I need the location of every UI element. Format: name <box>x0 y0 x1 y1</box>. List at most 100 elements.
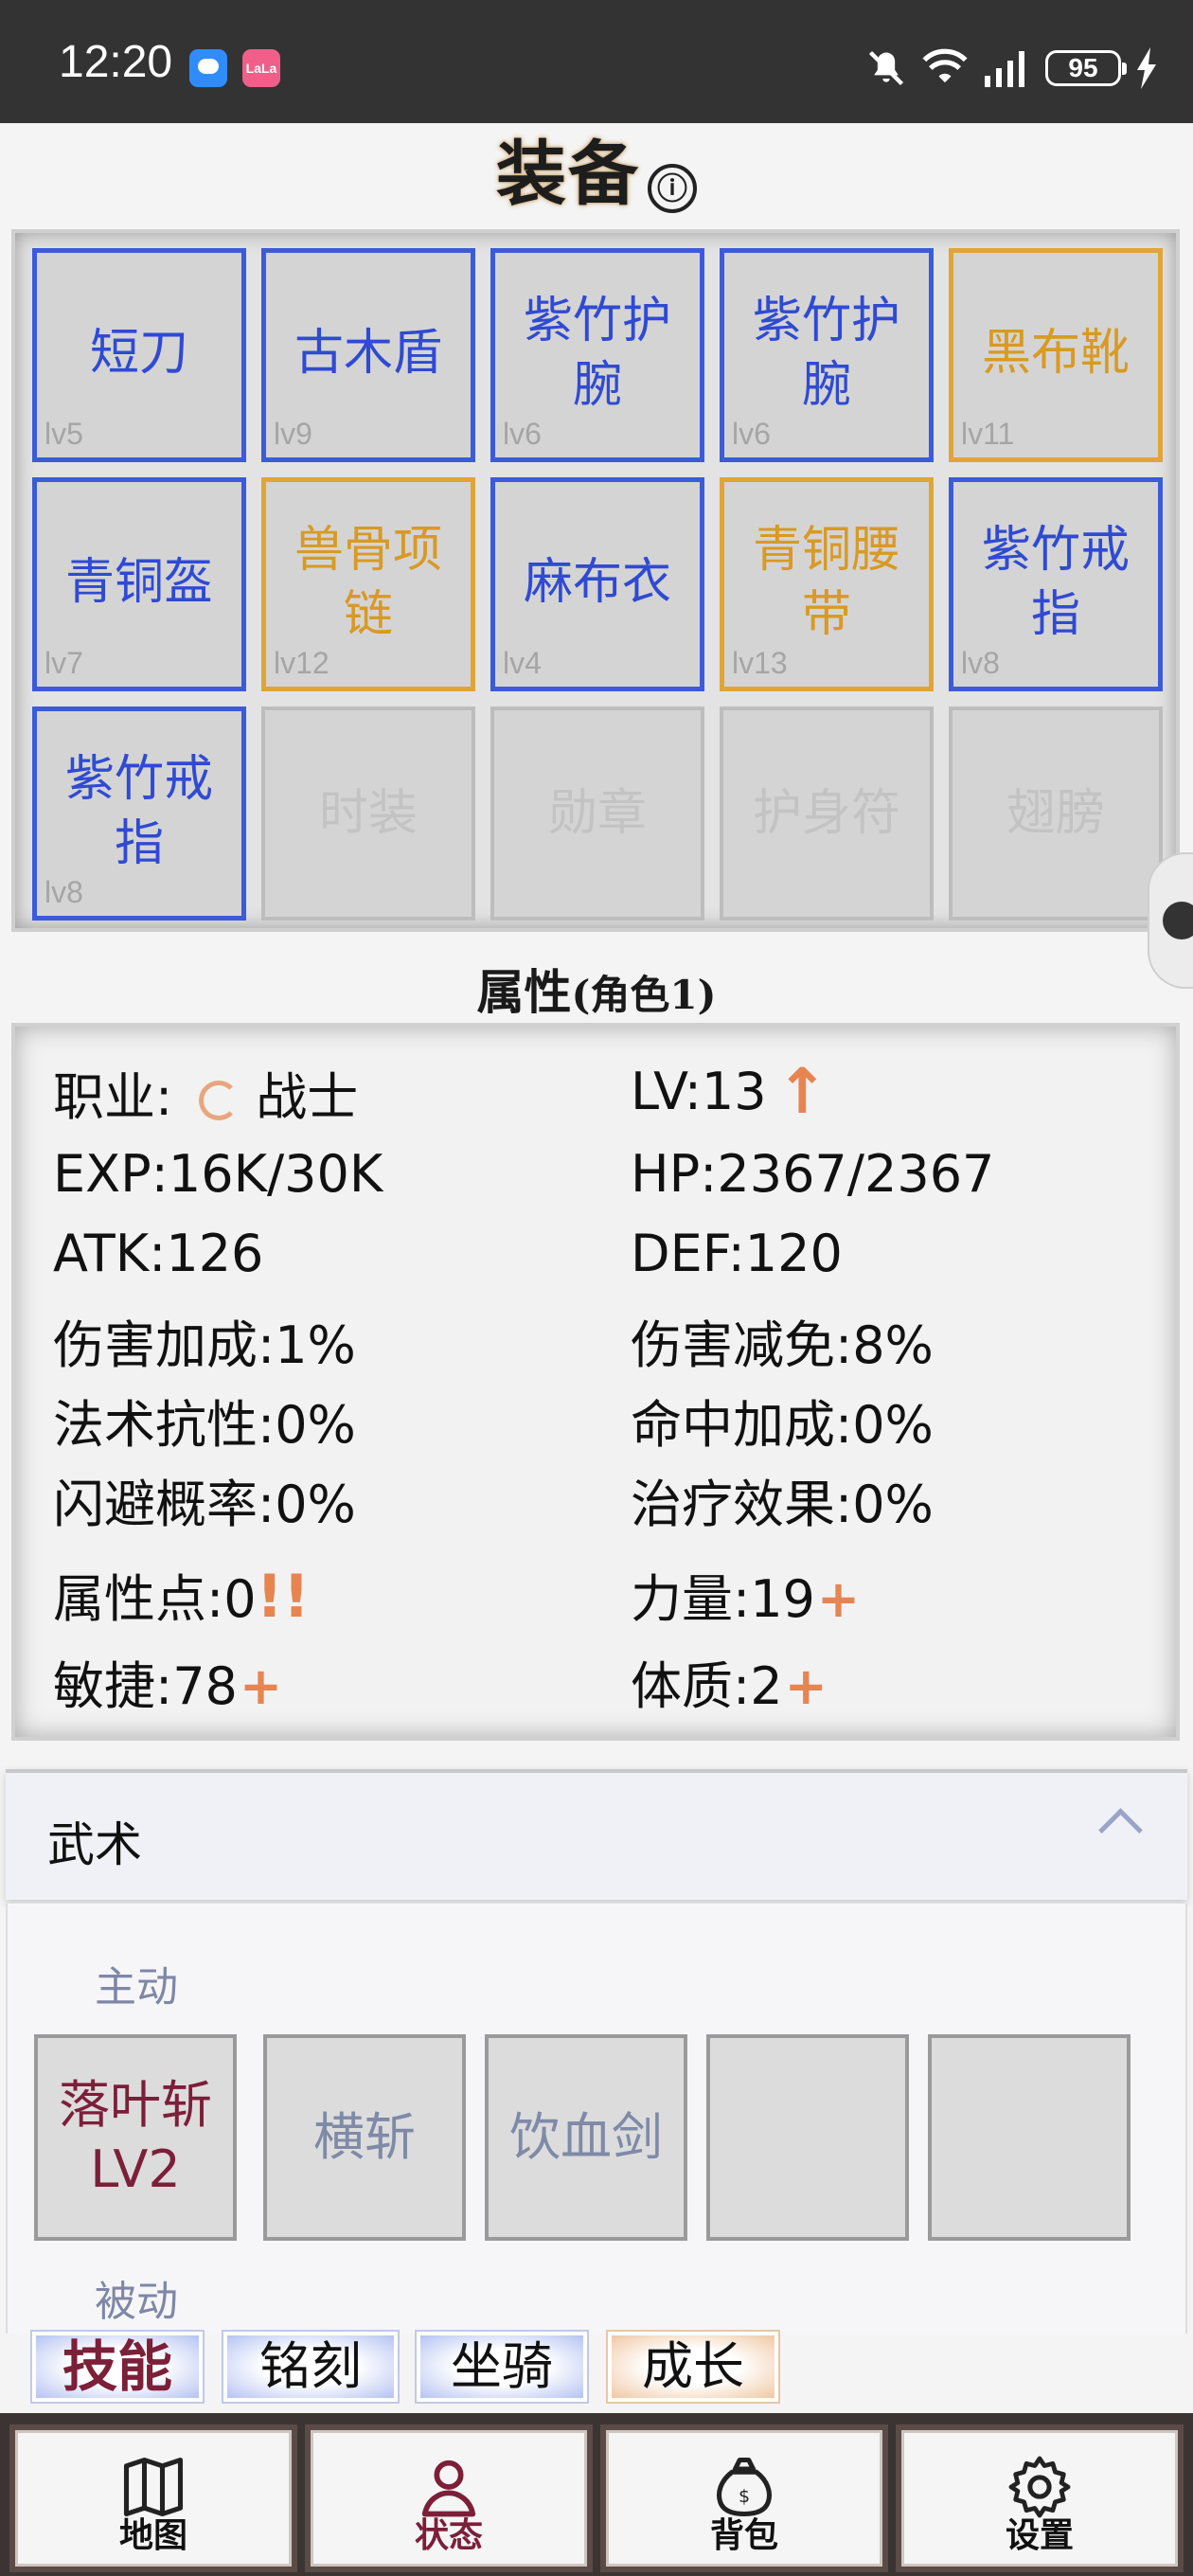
status-bar: 12:20 LaLa 95 <box>0 0 1193 123</box>
nav-map[interactable]: 地图 <box>9 2424 297 2572</box>
job-label: 职业: <box>53 1067 173 1127</box>
equipment-slot[interactable]: 兽骨项链 lv12 <box>261 477 475 691</box>
skill-slot[interactable]: 落叶斩 LV2 <box>34 2034 237 2241</box>
svg-text:$: $ <box>739 2486 750 2507</box>
level-value: LV:13 <box>631 1062 767 1121</box>
nav-status[interactable]: 状态 <box>305 2424 593 2572</box>
constitution-row: 体质:2+ <box>631 1644 828 1719</box>
signal-icon <box>985 51 1024 87</box>
equipment-name: 古木盾 <box>294 325 442 382</box>
attributes-subtitle: (角色1) <box>571 972 717 1018</box>
tab-inscription[interactable]: 铭刻 <box>222 2330 400 2404</box>
equipment-name: 兽骨项链 <box>294 522 442 643</box>
equipment-level: lv12 <box>274 646 329 680</box>
passive-skills-label: 被动 <box>95 2278 178 2326</box>
lala-app-icon: LaLa <box>242 49 280 87</box>
chevron-up-icon[interactable] <box>1098 1808 1143 1852</box>
equipment-level: lv6 <box>732 417 771 451</box>
equipment-slot-empty[interactable]: 时装 <box>261 707 475 921</box>
magic-resist: 法术抗性:0% <box>53 1395 356 1455</box>
attribute-points: 属性点:0 <box>53 1569 257 1629</box>
equipment-slot[interactable]: 紫竹戒指 lv8 <box>949 477 1163 691</box>
equipment-slot[interactable]: 紫竹护腕 lv6 <box>720 248 934 462</box>
attributes-title-text: 属性 <box>476 964 572 1020</box>
attribute-points-row: 属性点:0!! <box>53 1557 310 1632</box>
attributes-panel: 职业: 战士 LV:13 ↑ EXP:16K/30K HP:2367/2367 AT… <box>11 1023 1180 1741</box>
equipment-name: 短刀 <box>89 325 188 382</box>
wifi-icon <box>922 48 968 83</box>
level-up-arrow-icon[interactable]: ↑ <box>776 1055 828 1128</box>
nav-map-label: 地图 <box>118 2516 187 2555</box>
equipment-level: lv13 <box>732 646 788 680</box>
heal-effect: 治疗效果:0% <box>631 1475 934 1534</box>
equipment-name: 紫竹护腕 <box>523 293 671 414</box>
alert-icon: !! <box>256 1562 311 1631</box>
skill-slot[interactable]: 横斩 <box>263 2034 466 2241</box>
skill-slot-empty[interactable] <box>928 2034 1131 2241</box>
equipment-slot[interactable]: 紫竹护腕 lv6 <box>490 248 704 462</box>
equipment-name: 勋章 <box>547 785 647 842</box>
equipment-title: 装备 <box>496 134 640 215</box>
equipment-level: lv9 <box>274 417 312 451</box>
skill-slot[interactable]: 饮血剑 <box>485 2034 687 2241</box>
equipment-slot[interactable]: 麻布衣 lv4 <box>490 477 704 691</box>
equipment-level: lv8 <box>45 875 83 909</box>
strength-value: 力量:19 <box>631 1569 815 1629</box>
mute-icon <box>868 50 904 86</box>
equipment-name: 护身符 <box>752 785 900 842</box>
add-constitution-button[interactable]: + <box>785 1656 828 1716</box>
charging-icon <box>1137 47 1156 89</box>
equipment-header: 装备 ⓘ <box>0 123 1193 225</box>
exp-value: EXP:16K/30K <box>53 1144 383 1204</box>
strength-row: 力量:19+ <box>631 1557 860 1632</box>
attributes-title: 属性(角色1) <box>0 955 1193 1023</box>
skill-slot-empty[interactable] <box>706 2034 909 2241</box>
equipment-level: lv11 <box>961 417 1015 451</box>
job-value: 战士 <box>256 1067 359 1127</box>
equipment-slot-empty[interactable]: 护身符 <box>720 707 934 921</box>
job-row: 职业: 战士 <box>53 1055 358 1130</box>
equipment-name: 紫竹戒指 <box>981 522 1130 643</box>
active-skills-label: 主动 <box>95 1963 178 2012</box>
agility-value: 敏捷:78 <box>53 1656 238 1716</box>
equipment-slot[interactable]: 短刀 lv5 <box>32 248 246 462</box>
equipment-name: 青铜腰带 <box>752 522 900 643</box>
battery-icon: 95 <box>1045 50 1127 86</box>
info-icon[interactable]: ⓘ <box>648 163 697 213</box>
equipment-name: 麻布衣 <box>523 554 671 611</box>
equipment-slot[interactable]: 紫竹戒指 lv8 <box>32 707 246 921</box>
equipment-name: 紫竹戒指 <box>64 751 213 872</box>
damage-bonus: 伤害加成:1% <box>53 1315 356 1375</box>
equipment-slot[interactable]: 黑布靴 lv11 <box>949 248 1163 462</box>
add-strength-button[interactable]: + <box>817 1569 860 1629</box>
equipment-slot[interactable]: 青铜腰带 lv13 <box>720 477 934 691</box>
tab-mount[interactable]: 坐骑 <box>415 2330 589 2404</box>
equipment-level: lv6 <box>503 417 542 451</box>
chat-bubble-icon <box>189 49 227 87</box>
tab-growth[interactable]: 成长 <box>606 2330 780 2404</box>
penguin-icon <box>1163 902 1193 939</box>
equipment-level: lv4 <box>503 646 542 680</box>
damage-reduction: 伤害减免:8% <box>631 1315 934 1375</box>
martial-arts-header[interactable]: 武术 <box>6 1769 1187 1900</box>
equipment-name: 青铜盔 <box>64 554 213 611</box>
equipment-slot-empty[interactable]: 翅膀 <box>949 707 1163 921</box>
status-icons: 95 <box>865 42 1159 95</box>
tab-skills[interactable]: 技能 <box>30 2330 205 2404</box>
hp-value: HP:2367/2367 <box>631 1144 995 1204</box>
equipment-slot[interactable]: 古木盾 lv9 <box>261 248 475 462</box>
switch-job-icon[interactable] <box>199 1081 240 1121</box>
level-row: LV:13 ↑ <box>631 1055 828 1128</box>
status-time: 12:20 <box>59 37 173 87</box>
atk-value: ATK:126 <box>53 1224 264 1283</box>
martial-arts-title: 武术 <box>47 1817 142 1872</box>
equipment-level: lv8 <box>961 646 1000 680</box>
nav-bag[interactable]: $ 背包 <box>600 2424 888 2572</box>
add-agility-button[interactable]: + <box>240 1656 282 1716</box>
equipment-slot-empty[interactable]: 勋章 <box>490 707 704 921</box>
equipment-level: lv5 <box>45 417 83 451</box>
nav-settings[interactable]: 设置 <box>896 2424 1184 2572</box>
def-value: DEF:120 <box>631 1224 843 1283</box>
equipment-name: 时装 <box>318 785 418 842</box>
equipment-slot[interactable]: 青铜盔 lv7 <box>32 477 246 691</box>
